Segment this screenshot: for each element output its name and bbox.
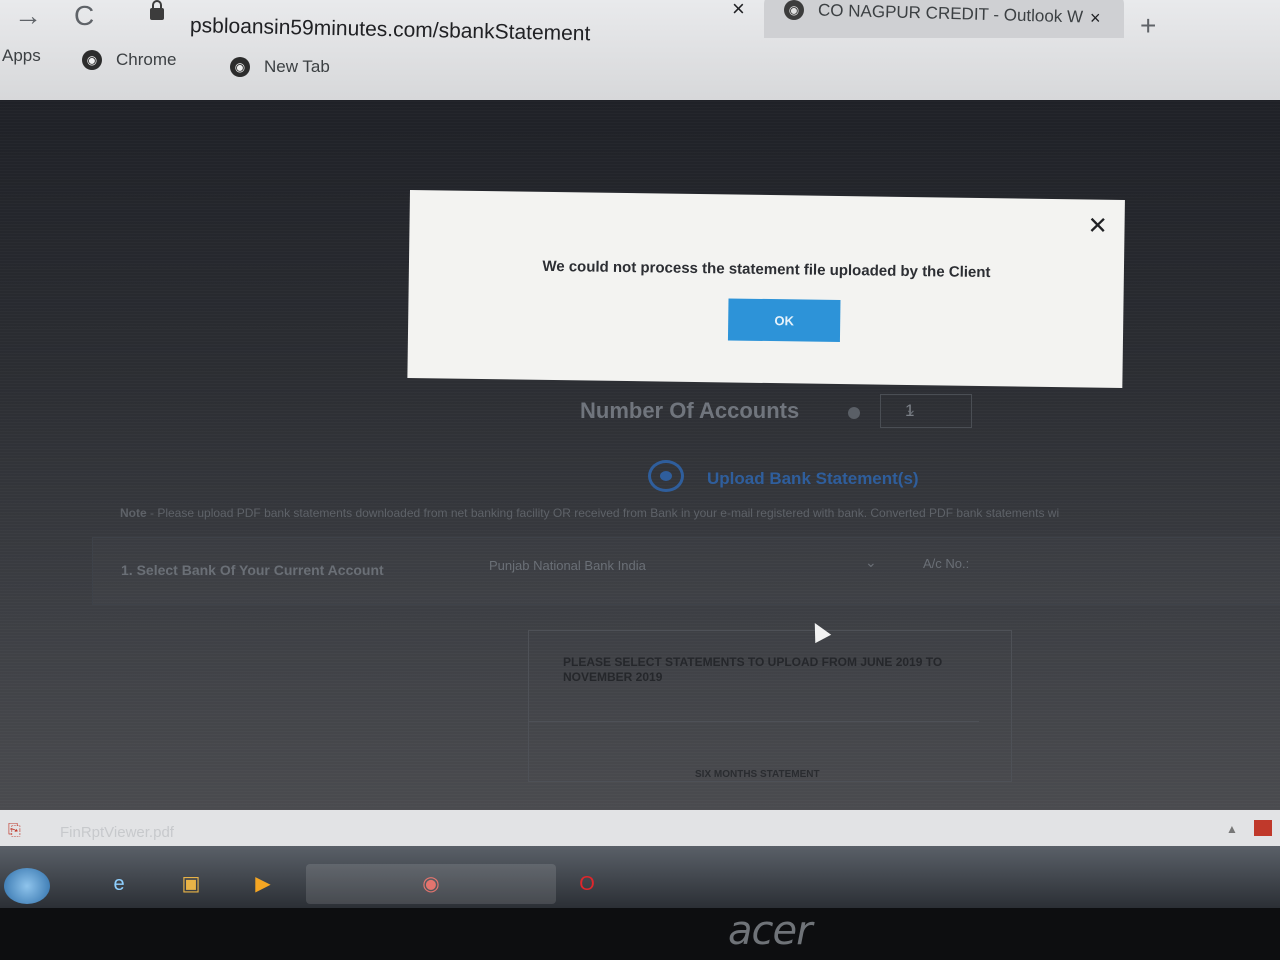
monitor-bezel: acer bbox=[0, 908, 1280, 960]
browser-chrome: → C psbloansin59minutes.com/sbankStateme… bbox=[0, 0, 1280, 100]
close-tab-icon[interactable]: × bbox=[1090, 8, 1101, 29]
browser-tab[interactable]: ◉ CO NAGPUR CREDIT - Outlook W × bbox=[764, 0, 1124, 38]
statement-upload-box: PLEASE SELECT STATEMENTS TO UPLOAD FROM … bbox=[528, 630, 1012, 782]
start-button[interactable] bbox=[4, 868, 50, 904]
pdf-file-icon: ⎘ bbox=[8, 822, 21, 839]
number-of-accounts-label: Number Of Accounts bbox=[580, 398, 800, 423]
upload-bank-statements-label[interactable]: Upload Bank Statement(s) bbox=[707, 469, 919, 489]
bank-select[interactable]: Punjab National Bank India bbox=[489, 558, 646, 573]
chevron-down-icon: ⌄ bbox=[905, 401, 917, 417]
divider bbox=[529, 721, 979, 722]
number-of-accounts-select[interactable]: 1 ⌄ bbox=[880, 394, 972, 428]
statement-subtitle: SIX MONTHS STATEMENT bbox=[695, 769, 820, 780]
bookmark-label: New Tab bbox=[264, 57, 330, 76]
bookmark-label: Chrome bbox=[116, 50, 177, 69]
media-player-icon[interactable]: ▶ bbox=[236, 864, 290, 904]
downloaded-file[interactable]: FinRptViewer.pdf bbox=[60, 824, 174, 841]
tray-icon[interactable] bbox=[1254, 820, 1272, 836]
chevron-down-icon[interactable]: ⌄ bbox=[865, 554, 877, 571]
brand-logo: acer bbox=[728, 908, 813, 954]
globe-icon: ◉ bbox=[784, 0, 804, 20]
lock-icon bbox=[150, 0, 164, 20]
file-explorer-icon[interactable]: ▣ bbox=[164, 864, 218, 904]
info-icon bbox=[848, 407, 860, 419]
error-message: We could not process the statement file … bbox=[542, 257, 991, 282]
globe-icon: ◉ bbox=[230, 57, 250, 77]
tab-title: CO NAGPUR CREDIT - Outlook W bbox=[817, 0, 1084, 27]
statement-instruction: PLEASE SELECT STATEMENTS TO UPLOAD FROM … bbox=[563, 655, 943, 684]
close-icon[interactable]: ✕ bbox=[1087, 211, 1108, 240]
opera-icon[interactable]: O bbox=[560, 864, 614, 904]
bookmark-chrome[interactable]: ◉ Chrome bbox=[82, 50, 176, 70]
forward-arrow-icon[interactable]: → bbox=[14, 0, 42, 32]
globe-icon: ◉ bbox=[82, 50, 102, 70]
note-prefix: Note bbox=[120, 506, 147, 520]
bookmark-apps[interactable]: Apps bbox=[2, 46, 41, 66]
account-number-label: A/c No.: bbox=[923, 556, 970, 571]
new-tab-icon[interactable]: + bbox=[1140, 10, 1156, 42]
reload-icon[interactable]: C bbox=[74, 0, 94, 32]
bookmark-new-tab[interactable]: ◉ New Tab bbox=[230, 57, 330, 77]
address-bar[interactable]: psbloansin59minutes.com/sbankStatement bbox=[190, 14, 591, 46]
bookmark-label: Apps bbox=[2, 46, 41, 65]
taskbar: e ▣ ▶ ◉ O bbox=[0, 820, 1280, 908]
upload-note: Note - Please upload PDF bank statements… bbox=[120, 506, 1280, 520]
internet-explorer-icon[interactable]: e bbox=[92, 864, 146, 904]
select-bank-label: 1. Select Bank Of Your Current Account bbox=[121, 562, 384, 578]
error-dialog: ✕ We could not process the statement fil… bbox=[407, 190, 1125, 388]
bank-selection-row: 1. Select Bank Of Your Current Account P… bbox=[92, 537, 1280, 605]
close-tab-icon[interactable]: × bbox=[732, 0, 745, 22]
note-text: - Please upload PDF bank statements down… bbox=[146, 506, 1060, 520]
chevron-up-icon[interactable]: ▲ bbox=[1226, 822, 1238, 836]
ok-button[interactable]: OK bbox=[727, 298, 841, 343]
chrome-taskbar-icon[interactable]: ◉ bbox=[306, 864, 556, 904]
upload-radio-button[interactable] bbox=[648, 460, 684, 492]
